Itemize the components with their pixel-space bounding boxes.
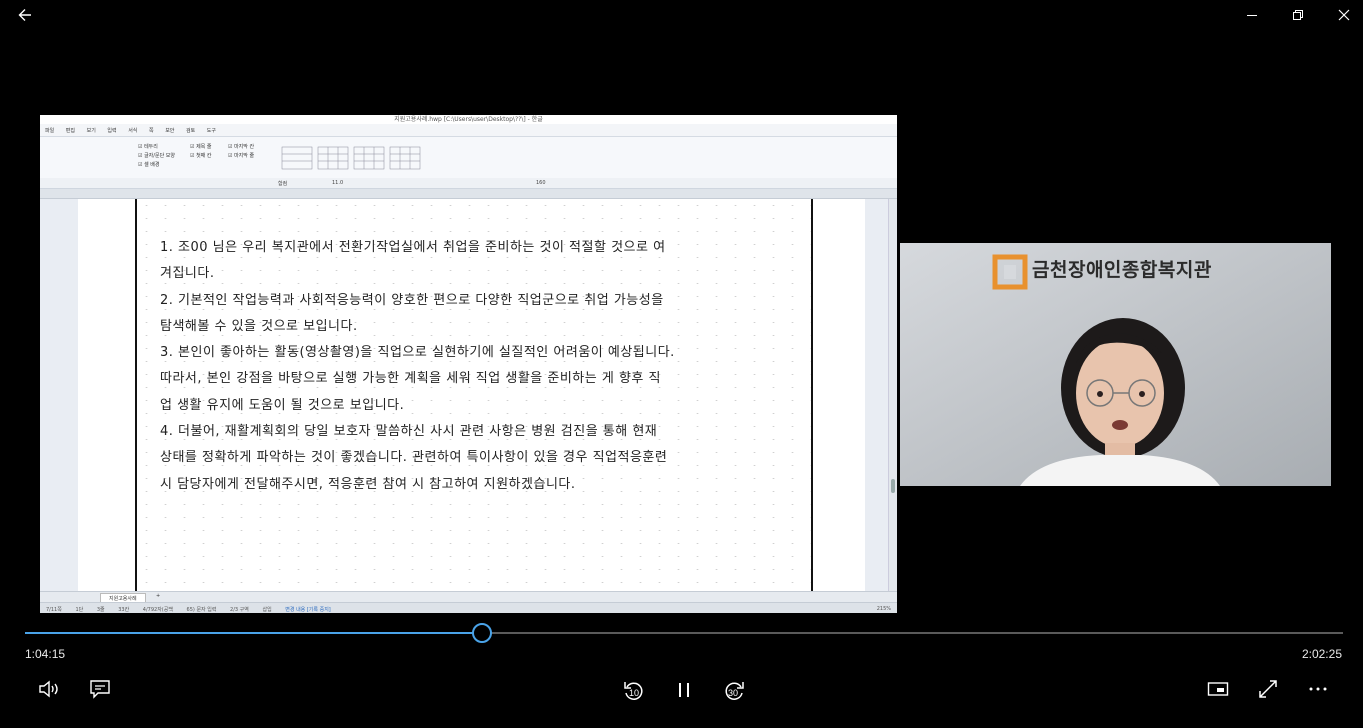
fullscreen-icon — [1259, 680, 1277, 698]
doc-menu-item: 쪽 — [148, 128, 154, 134]
doc-menu-item: 도구 — [206, 128, 216, 134]
doc-paragraph-line: 4. 더불어, 재활계획회의 당일 보호자 말씀하신 사시 관련 사항은 병원 … — [160, 424, 658, 440]
more-options-button[interactable] — [1304, 676, 1332, 702]
doc-status-item: 4/792자(공백 — [142, 607, 173, 613]
table-style-gallery — [281, 146, 421, 170]
doc-menu-item: 편집 — [65, 128, 75, 134]
doc-status-bar: 7/11쪽 1단 3줄 33칸 4/792자(공백 65) 문자 입력 2/3 … — [40, 602, 897, 613]
arrow-left-icon — [18, 9, 31, 21]
miniplayer-icon — [1207, 682, 1229, 696]
close-button[interactable] — [1330, 4, 1358, 26]
doc-status-item: 변경 내용 [기록 중지] — [285, 607, 331, 613]
restore-icon — [1293, 10, 1303, 20]
restore-button[interactable] — [1284, 4, 1312, 26]
ribbon-checkbox: ☑ 마지막 줄 — [228, 153, 255, 159]
doc-menu-item: 파일 — [45, 128, 55, 134]
doc-menu-item: 서식 — [128, 128, 138, 134]
total-time: 2:02:25 — [1301, 647, 1342, 661]
doc-paragraph-line: 시 담당자에게 전달해주시면, 적응훈련 참여 시 참고하여 지원하겠습니다. — [160, 476, 576, 492]
doc-paragraph-line: 2. 기본적인 작업능력과 사회적응능력이 양호한 편으로 다양한 직업군으로 … — [160, 292, 664, 308]
miniplayer-button[interactable] — [1204, 676, 1232, 702]
doc-title: 지원고용사례.hwp [C:\Users\user\Desktop\??\] -… — [394, 116, 543, 123]
add-tab-icon: + — [156, 593, 161, 599]
ribbon-checkbox: ☑ 제목 줄 — [190, 144, 212, 150]
close-icon — [1338, 9, 1350, 21]
doc-vertical-scrollbar — [888, 199, 897, 591]
doc-menu-item: 보기 — [86, 128, 96, 134]
pause-button[interactable] — [670, 676, 698, 704]
seek-bar-progress — [25, 632, 482, 634]
doc-format-bar: 함컴 11.0 160 — [40, 178, 897, 189]
skip-back-label: 10 — [629, 688, 640, 698]
doc-paragraph-line: 업 생활 유지에 도움이 될 것으로 보입니다. — [160, 397, 405, 413]
doc-paragraph-line: 탐색해볼 수 있을 것으로 보입니다. — [160, 318, 358, 334]
doc-status-item: 3줄 — [96, 607, 105, 613]
doc-paragraph-line: 1. 조00 님은 우리 복지관에서 전환기작업실에서 취업을 준비하는 것이 … — [160, 240, 666, 255]
skip-forward-button[interactable]: 30 — [719, 674, 749, 706]
webcam-sign-text: 금천장애인종합복지관 — [1032, 259, 1212, 281]
current-time: 1:04:15 — [25, 647, 66, 661]
doc-paragraph-line: 3. 본인이 좋아하는 활동(영상촬영)을 직업으로 실현하기에 실질적인 어려… — [160, 345, 675, 361]
doc-body-text: 1. 조00 님은 우리 복지관에서 전환기작업실에서 취업을 준비하는 것이 … — [160, 235, 780, 498]
doc-status-item: 2/3 구역 — [230, 607, 249, 613]
skip-back-button[interactable]: 10 — [619, 674, 649, 706]
doc-menu-bar: 파일 편집 보기 입력 서식 쪽 보안 검토 도구 — [40, 124, 897, 137]
zoom-value: 160 — [536, 180, 546, 186]
skip-forward-label: 30 — [728, 688, 739, 698]
doc-status-item: 7/11쪽 — [46, 607, 62, 613]
ribbon-checkbox: ☑ 첫째 칸 — [190, 153, 212, 159]
doc-menu-item: 검토 — [185, 128, 196, 134]
doc-title-bar: 지원고용사례.hwp [C:\Users\user\Desktop\??\] -… — [40, 115, 897, 124]
ribbon-checkbox: ☑ 마지막 칸 — [228, 144, 255, 150]
doc-paragraph-line: 따라서, 본인 강점을 바탕으로 실행 가능한 계획을 세워 직업 생활을 준비… — [160, 371, 661, 387]
doc-status-item: 33칸 — [118, 607, 130, 613]
font-name: 함컴 — [278, 181, 288, 187]
font-size: 11.0 — [332, 180, 344, 186]
fullscreen-button[interactable] — [1254, 675, 1282, 703]
ribbon-checkbox: ☑ 셀 배경 — [138, 162, 160, 168]
doc-menu-item: 보안 — [165, 128, 175, 134]
doc-menu-item: 입력 — [107, 128, 117, 134]
seek-handle[interactable] — [472, 623, 492, 643]
subtitles-button[interactable] — [86, 676, 114, 702]
doc-paragraph-line: 겨집니다. — [160, 266, 215, 282]
doc-paragraph-line: 상태를 정확하게 파악하는 것이 좋겠습니다. 관련하여 특이사항이 있을 경우… — [160, 450, 668, 466]
ribbon-checkbox: ☑ 글자/문단 모양 — [138, 153, 175, 159]
back-button[interactable] — [12, 4, 38, 26]
minimize-button[interactable] — [1238, 4, 1266, 26]
minimize-icon — [1247, 15, 1257, 16]
subtitles-icon — [90, 680, 110, 699]
doc-status-item: 1단 — [75, 607, 84, 613]
volume-button[interactable] — [34, 676, 66, 702]
more-icon — [1309, 687, 1327, 691]
ribbon-checkbox: ☑ 테두리 — [138, 144, 158, 150]
doc-status-item: 65) 문자 입력 — [186, 607, 217, 613]
doc-ruler — [40, 189, 897, 199]
doc-status-item: 삽입 — [262, 607, 272, 613]
doc-status-item: 215% — [876, 606, 891, 612]
video-frame-document: 지원고용사례.hwp [C:\Users\user\Desktop\??\] -… — [40, 115, 897, 613]
volume-icon — [39, 680, 58, 698]
webcam-video: 금천장애인종합복지관 — [900, 243, 1331, 486]
pause-icon — [679, 683, 689, 697]
